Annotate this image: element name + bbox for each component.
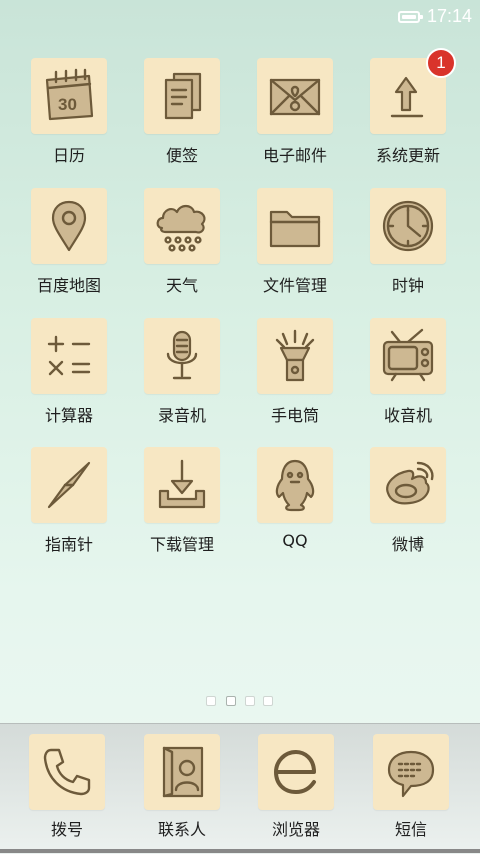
weather-cloud-icon xyxy=(156,204,206,252)
app-system-update[interactable]: 1 系统更新 xyxy=(352,48,464,166)
app-email[interactable]: 电子邮件 xyxy=(239,58,351,166)
app-baidu-map[interactable]: 百度地图 xyxy=(13,188,125,296)
app-label: 手电筒 xyxy=(270,406,319,425)
app-label: QQ xyxy=(282,531,308,550)
flashlight-icon xyxy=(275,329,315,382)
app-flashlight[interactable]: 手电筒 xyxy=(239,318,351,426)
app-label: 天气 xyxy=(165,276,198,295)
app-weather[interactable]: 天气 xyxy=(126,188,238,296)
weibo-icon xyxy=(386,461,434,505)
bottom-edge xyxy=(0,849,480,853)
page-dot[interactable] xyxy=(245,696,255,706)
browser-e-icon xyxy=(274,750,316,794)
page-dot[interactable] xyxy=(206,696,216,706)
notes-icon xyxy=(164,72,202,120)
app-browser[interactable]: 浏览器 xyxy=(240,734,352,840)
email-icon xyxy=(269,78,321,116)
app-label: 收音机 xyxy=(383,406,432,425)
app-compass[interactable]: 指南针 xyxy=(13,447,125,555)
calculator-icon xyxy=(47,335,91,376)
clock-icon xyxy=(382,200,434,252)
folder-icon xyxy=(269,210,321,248)
status-bar: 17:14 xyxy=(0,0,480,36)
app-messages[interactable]: 短信 xyxy=(355,734,467,840)
app-label: 录音机 xyxy=(157,406,206,425)
app-calendar[interactable]: 30 日历 xyxy=(13,58,125,166)
app-label: 浏览器 xyxy=(271,820,320,839)
microphone-icon xyxy=(166,330,198,380)
message-bubble-icon xyxy=(387,750,435,798)
app-label: 时钟 xyxy=(391,276,424,295)
app-file-manager[interactable]: 文件管理 xyxy=(239,188,351,296)
app-label: 系统更新 xyxy=(375,146,440,165)
notification-badge: 1 xyxy=(426,48,456,78)
app-label: 联系人 xyxy=(157,820,206,839)
app-label: 下载管理 xyxy=(149,535,214,554)
svg-text:30: 30 xyxy=(58,95,77,114)
compass-needle-icon xyxy=(47,461,91,509)
app-label: 短信 xyxy=(394,820,427,839)
calendar-icon: 30 xyxy=(45,68,94,121)
contacts-icon xyxy=(162,746,204,798)
app-radio[interactable]: 收音机 xyxy=(352,318,464,426)
phone-icon xyxy=(43,748,91,796)
page-dot[interactable] xyxy=(263,696,273,706)
page-dot-active[interactable] xyxy=(226,696,236,706)
app-label: 拨号 xyxy=(50,820,83,839)
app-download-manager[interactable]: 下载管理 xyxy=(126,447,238,555)
app-label: 便签 xyxy=(165,146,198,165)
battery-icon xyxy=(398,11,423,23)
app-label: 电子邮件 xyxy=(262,146,327,165)
app-notes[interactable]: 便签 xyxy=(126,58,238,166)
app-label: 微博 xyxy=(391,535,424,554)
app-dialer[interactable]: 拨号 xyxy=(11,734,123,840)
map-pin-icon xyxy=(51,200,87,252)
app-label: 日历 xyxy=(52,146,85,165)
app-recorder[interactable]: 录音机 xyxy=(126,318,238,426)
app-label: 百度地图 xyxy=(36,276,101,295)
app-contacts[interactable]: 联系人 xyxy=(126,734,238,840)
qq-penguin-icon xyxy=(275,459,315,512)
app-calculator[interactable]: 计算器 xyxy=(13,318,125,426)
app-weibo[interactable]: 微博 xyxy=(352,447,464,555)
update-arrow-icon xyxy=(390,76,424,118)
radio-tv-icon xyxy=(382,328,434,382)
download-icon xyxy=(158,459,206,509)
app-qq[interactable]: QQ xyxy=(239,447,351,550)
app-label: 文件管理 xyxy=(262,276,327,295)
app-clock[interactable]: 时钟 xyxy=(352,188,464,296)
dock: 拨号 联系人 浏览器 短信 xyxy=(0,723,480,854)
app-label: 计算器 xyxy=(44,406,93,425)
app-label: 指南针 xyxy=(44,535,93,554)
status-time: 17:14 xyxy=(427,6,473,26)
